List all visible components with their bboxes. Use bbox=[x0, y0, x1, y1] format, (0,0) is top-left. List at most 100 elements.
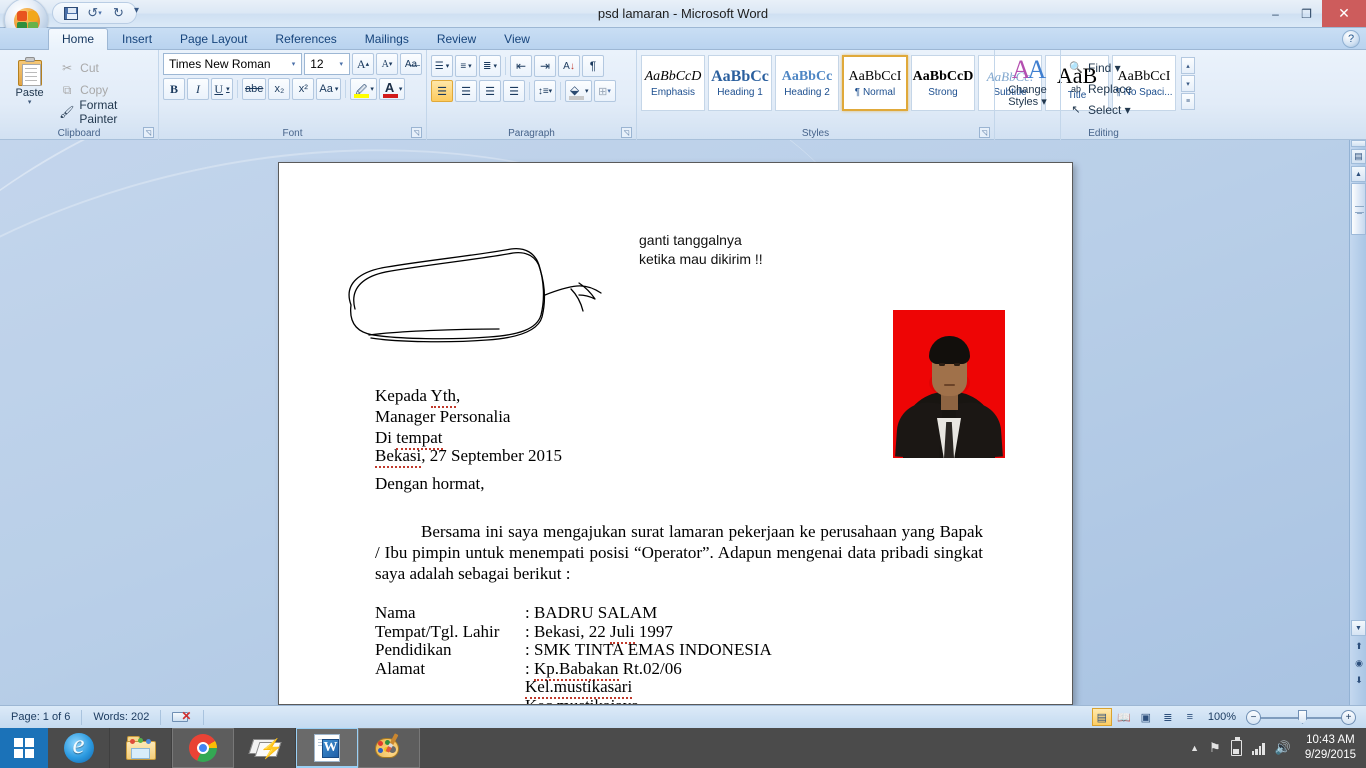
change-styles-button[interactable]: AA Change Styles ▾ bbox=[999, 53, 1056, 109]
paragraph-dialog-launcher[interactable]: ◹ bbox=[621, 127, 632, 138]
close-button[interactable]: ✕ bbox=[1322, 0, 1366, 27]
tab-review[interactable]: Review bbox=[423, 28, 490, 50]
page-indicator[interactable]: Page: 1 of 6 bbox=[0, 706, 81, 729]
change-case-chevron-down-icon[interactable]: ▾ bbox=[333, 85, 339, 93]
full-screen-reading-view-icon[interactable]: 📖 bbox=[1114, 708, 1134, 726]
zoom-slider[interactable]: − + bbox=[1246, 708, 1356, 726]
zoom-in-button[interactable]: + bbox=[1341, 709, 1356, 725]
bold-button[interactable]: B bbox=[163, 78, 185, 100]
underline-chevron-down-icon[interactable]: ▾ bbox=[223, 85, 230, 93]
save-button[interactable] bbox=[61, 4, 80, 22]
styles-scroll-down-button[interactable]: ▾ bbox=[1181, 75, 1195, 92]
justify-button[interactable]: ☰ bbox=[503, 80, 525, 102]
zoom-level[interactable]: 100% bbox=[1200, 711, 1246, 723]
font-color-chevron-down-icon[interactable]: ▾ bbox=[399, 85, 403, 93]
signal-bars-icon[interactable] bbox=[1251, 742, 1265, 755]
tab-view[interactable]: View bbox=[490, 28, 544, 50]
view-ruler-button[interactable]: ▤ bbox=[1351, 149, 1366, 164]
replace-button[interactable]: ab Replace bbox=[1065, 78, 1142, 99]
taskbar-winamp[interactable]: ⚡ bbox=[234, 728, 296, 768]
outline-view-icon[interactable]: ≣ bbox=[1158, 708, 1178, 726]
shading-chevron-down-icon[interactable]: ▾ bbox=[585, 87, 589, 95]
select-button[interactable]: ↖ Select ▾ bbox=[1065, 99, 1142, 120]
styles-dialog-launcher[interactable]: ◹ bbox=[979, 127, 990, 138]
clock[interactable]: 10:43 AM 9/29/2015 bbox=[1301, 733, 1356, 763]
clipboard-dialog-launcher[interactable]: ◹ bbox=[143, 127, 154, 138]
tab-mailings[interactable]: Mailings bbox=[351, 28, 423, 50]
cut-button[interactable]: ✂ Cut bbox=[55, 57, 154, 79]
undo-button[interactable]: ↺ ▾ bbox=[85, 4, 104, 22]
show-hidden-icons-button[interactable]: ▲ bbox=[1190, 743, 1199, 753]
numbering-button[interactable]: ≡ ▾ bbox=[455, 55, 477, 77]
zoom-knob[interactable] bbox=[1298, 710, 1307, 724]
bullets-button[interactable]: ☰ ▾ bbox=[431, 55, 453, 77]
taskbar-file-explorer[interactable] bbox=[110, 728, 172, 768]
paste-caret-icon[interactable]: ▾ bbox=[28, 98, 32, 106]
font-name-chevron-down-icon[interactable]: ▾ bbox=[288, 60, 300, 68]
font-size-chevron-down-icon[interactable]: ▾ bbox=[335, 60, 347, 68]
next-page-icon[interactable]: ⬇ bbox=[1353, 674, 1365, 687]
show-formatting-marks-button[interactable]: ¶ bbox=[582, 55, 604, 77]
action-center-flag-icon[interactable]: ⚑ bbox=[1209, 740, 1221, 756]
italic-button[interactable]: I bbox=[187, 78, 209, 100]
underline-button[interactable]: U ▾ bbox=[211, 78, 233, 100]
tab-page-layout[interactable]: Page Layout bbox=[166, 28, 261, 50]
tab-home[interactable]: Home bbox=[48, 28, 109, 50]
taskbar-paint[interactable] bbox=[358, 728, 420, 768]
style-heading-2[interactable]: AaBbCc Heading 2 bbox=[775, 55, 839, 111]
text-highlight-button[interactable]: 🖉 ▾ bbox=[350, 78, 377, 100]
split-window-handle[interactable] bbox=[1351, 140, 1366, 147]
grow-font-button[interactable]: A ▴ bbox=[352, 53, 374, 75]
borders-chevron-down-icon[interactable]: ▾ bbox=[607, 87, 611, 95]
style-heading-1[interactable]: AaBbCс Heading 1 bbox=[708, 55, 772, 111]
customize-qat-button[interactable]: ▾ bbox=[134, 5, 139, 16]
volume-icon[interactable]: 🔊 bbox=[1275, 740, 1291, 756]
font-dialog-launcher[interactable]: ◹ bbox=[411, 127, 422, 138]
style-strong[interactable]: AaBbCcD Strong bbox=[911, 55, 975, 111]
decrease-indent-button[interactable]: ⇤ bbox=[510, 55, 532, 77]
format-painter-button[interactable]: 🖌 Format Painter bbox=[55, 98, 154, 126]
shrink-font-button[interactable]: A ▾ bbox=[376, 53, 398, 75]
font-name-input[interactable]: Times New Roman ▾ bbox=[163, 53, 303, 75]
taskbar-microsoft-word[interactable]: W bbox=[296, 728, 358, 768]
align-left-button[interactable]: ☰ bbox=[431, 80, 453, 102]
draft-view-icon[interactable]: ≡ bbox=[1180, 708, 1200, 726]
strikethrough-button[interactable]: abe bbox=[242, 78, 267, 100]
style-normal[interactable]: AaBbCcI ¶ Normal bbox=[842, 55, 908, 111]
line-spacing-chevron-down-icon[interactable]: ▾ bbox=[549, 87, 553, 95]
superscript-button[interactable]: x² bbox=[292, 78, 315, 100]
scroll-down-arrow-icon[interactable]: ▼ bbox=[1351, 620, 1366, 636]
font-color-button[interactable]: A ▾ bbox=[378, 78, 406, 100]
web-layout-view-icon[interactable]: ▣ bbox=[1136, 708, 1156, 726]
borders-button[interactable]: ⊞ ▾ bbox=[593, 80, 616, 102]
clear-formatting-button[interactable]: A̶a̶ bbox=[400, 53, 422, 75]
paste-button[interactable]: Paste ▾ bbox=[4, 53, 55, 140]
taskbar-google-chrome[interactable] bbox=[172, 728, 234, 768]
line-spacing-button[interactable]: ↕≡ ▾ bbox=[534, 80, 556, 102]
word-count[interactable]: Words: 202 bbox=[82, 706, 160, 729]
battery-icon[interactable] bbox=[1230, 737, 1242, 756]
align-center-button[interactable]: ☰ bbox=[455, 80, 477, 102]
taskbar-internet-explorer[interactable] bbox=[48, 728, 110, 768]
scrollbar-thumb[interactable] bbox=[1351, 183, 1366, 235]
select-browse-object-icon[interactable]: ◉ bbox=[1353, 657, 1365, 670]
document-page[interactable]: ganti tanggalnya ketika mau dikirim !! B… bbox=[278, 162, 1073, 705]
help-icon[interactable]: ? bbox=[1342, 30, 1360, 48]
scroll-up-arrow-icon[interactable]: ▲ bbox=[1351, 166, 1366, 182]
multilevel-list-button[interactable]: ≣ ▾ bbox=[479, 55, 501, 77]
change-case-button[interactable]: Aa ▾ bbox=[316, 78, 342, 100]
applicant-photo[interactable] bbox=[893, 310, 1005, 458]
minimize-button[interactable]: – bbox=[1260, 0, 1291, 27]
align-right-button[interactable]: ☰ bbox=[479, 80, 501, 102]
sort-button[interactable]: A ↓ bbox=[558, 55, 580, 77]
tab-insert[interactable]: Insert bbox=[108, 28, 166, 50]
bullets-chevron-down-icon[interactable]: ▾ bbox=[444, 62, 450, 70]
print-layout-view-icon[interactable]: ▤ bbox=[1091, 708, 1112, 726]
styles-scroll-up-button[interactable]: ▴ bbox=[1181, 57, 1195, 74]
find-button[interactable]: 🔍 Find ▾ bbox=[1065, 57, 1142, 78]
subscript-button[interactable]: x₂ bbox=[268, 78, 291, 100]
styles-more-button[interactable]: ≡ bbox=[1181, 93, 1195, 110]
tab-references[interactable]: References bbox=[261, 28, 350, 50]
vertical-scrollbar[interactable]: ▤ ▲ ▼ ⬆ ◉ ⬇ bbox=[1349, 140, 1366, 705]
increase-indent-button[interactable]: ⇥ bbox=[534, 55, 556, 77]
